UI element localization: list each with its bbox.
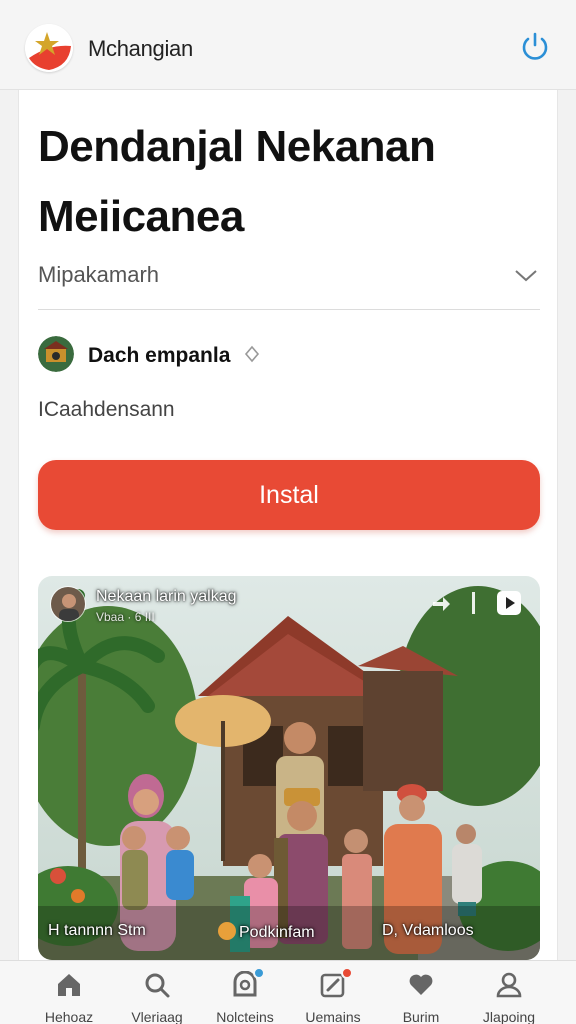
media-card[interactable]: Nekaan larin yalkag Vbaa · 6 III H tannn… [38,576,540,960]
refresh-icon[interactable] [518,30,552,64]
heart-icon [409,974,433,995]
nav-item-profile[interactable]: Jlapoing [461,961,557,1024]
install-button[interactable]: Instal [38,460,540,530]
verified-icon [244,345,260,363]
video-icon[interactable] [496,590,522,616]
avatar[interactable] [38,336,74,372]
category-label: Mipakamarh [38,262,160,287]
profile-icon [496,972,522,998]
app-title: Mchangian [88,36,193,61]
notification-dot [253,967,265,979]
caption-right: D, Vdamloos [382,922,474,939]
family-photo [38,576,540,960]
nav-label: Vleriaag [131,1009,183,1024]
chevron-down-icon [515,270,537,282]
nav-item-favorites[interactable]: Burim [373,961,469,1024]
nav-item-notifications[interactable]: Nolcteins [197,961,293,1024]
top-app-bar: Mchangian [0,0,576,90]
search-icon [145,973,170,998]
author-row[interactable]: Dach empanla [38,336,540,372]
star-logo-icon[interactable] [25,24,73,72]
subtext: ICaahdensann [38,398,175,421]
share-icon[interactable] [430,592,452,614]
pin-icon [218,922,236,940]
nav-item-home[interactable]: Hehoaz [21,961,117,1024]
media-title: Nekaan larin yalkag [96,588,237,605]
caption-left: H tannnn Stm [48,922,146,939]
media-avatar[interactable] [50,586,86,622]
nav-label: Hehoaz [44,1009,94,1024]
category-dropdown[interactable]: Mipakamarh [38,258,540,310]
home-icon [58,974,80,996]
nav-label: Burim [402,1009,440,1024]
nav-item-search[interactable]: Vleriaag [109,961,205,1024]
bottom-nav: Hehoaz Vleriaag Nolcteins Uemains Burim [0,960,576,1024]
nav-label: Nolcteins [216,1009,274,1024]
title-line-2: Meiicanea [38,192,244,241]
nav-label: Uemains [305,1009,361,1024]
divider [472,592,475,614]
nav-label: Jlapoing [482,1009,536,1024]
page-title: Dendanjal Nekanan Meiicanea [38,112,538,252]
media-meta: Vbaa · 6 III [96,610,155,624]
caption-center: Podkinfam [218,922,315,942]
badge-dot [341,967,353,979]
nav-item-edit[interactable]: Uemains [285,961,381,1024]
author-name: Dach empanla [88,344,231,367]
title-line-1: Dendanjal Nekanan [38,122,436,171]
